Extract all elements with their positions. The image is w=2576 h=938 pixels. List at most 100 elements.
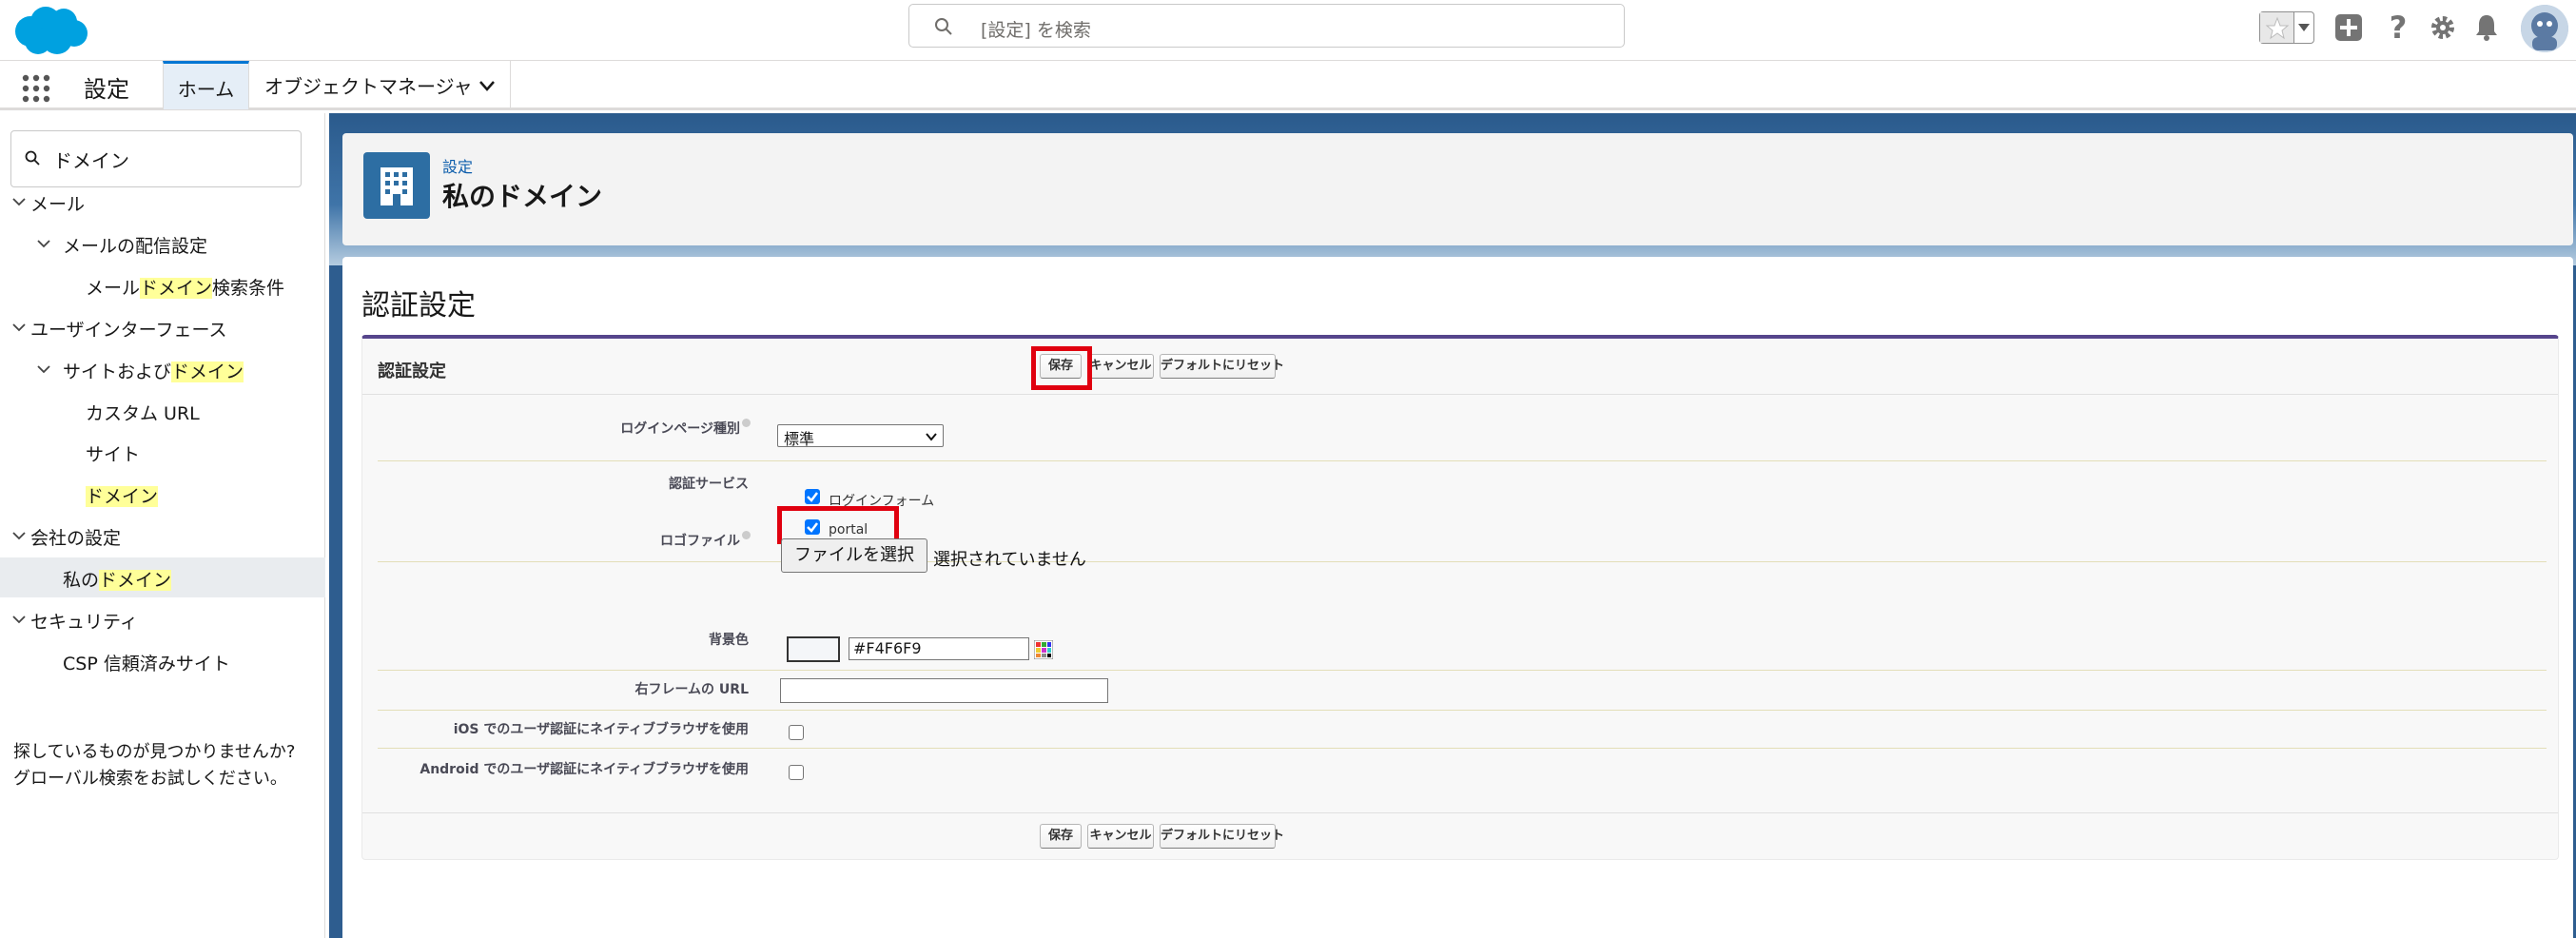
section-title: 認証設定 — [361, 289, 476, 322]
annotation-highlight-save — [1031, 346, 1092, 390]
login-form-checkbox[interactable] — [805, 489, 820, 504]
sidebar-item-label: メール — [30, 190, 85, 216]
help-line-2: グローバル検索をお試しください。 — [13, 769, 287, 789]
tab-object-manager[interactable]: オブジェクトマネージャ — [249, 61, 511, 109]
android-native-label: Android でのユーザ認証にネイティブブラウザを使用 — [420, 762, 749, 777]
block-title: 認証設定 — [378, 362, 446, 381]
android-native-checkbox[interactable] — [789, 765, 804, 780]
setup-sidebar: メールメールの配信設定メールドメイン検索条件ユーザインターフェースサイトおよびド… — [0, 113, 325, 938]
sidebar-item-sites[interactable]: サイト — [0, 432, 325, 472]
cancel-button-bottom[interactable]: キャンセル — [1087, 824, 1154, 849]
page-header: 設定 私のドメイン — [342, 133, 2573, 245]
favorites-dropdown-icon[interactable] — [2294, 12, 2313, 43]
sidebar-item-label: 私のドメイン — [63, 566, 172, 592]
search-match-highlight: ドメイン — [86, 486, 159, 507]
footer-divider — [362, 812, 2558, 813]
choose-file-button[interactable]: ファイルを選択 — [781, 538, 927, 573]
sidebar-item-my-domain[interactable]: 私のドメイン — [0, 557, 325, 597]
tab-home[interactable]: ホーム — [163, 61, 249, 109]
sidebar-item-email[interactable]: メール — [0, 182, 325, 222]
label-text: サイトおよび — [63, 362, 172, 382]
logo-file-label: ロゴファイル — [660, 531, 751, 550]
row-divider — [378, 748, 2547, 749]
label-text: サイト — [86, 444, 141, 465]
chevron-down-icon[interactable] — [11, 320, 27, 335]
breadcrumb-setup[interactable]: 設定 — [442, 154, 473, 177]
salesforce-logo[interactable] — [10, 3, 91, 58]
sidebar-item-domains[interactable]: ドメイン — [0, 474, 325, 514]
row-divider — [378, 710, 2547, 711]
quick-find-input[interactable] — [53, 145, 291, 173]
bg-color-label: 背景色 — [709, 633, 749, 648]
user-avatar[interactable] — [2521, 5, 2568, 52]
global-actions-icon[interactable] — [2334, 13, 2363, 42]
right-frame-url-input[interactable] — [780, 678, 1108, 703]
sidebar-item-email-delivery[interactable]: メールの配信設定 — [0, 224, 325, 264]
login-page-type-select[interactable]: 標準 — [777, 424, 944, 448]
search-icon — [25, 150, 40, 166]
sidebar-item-security[interactable]: セキュリティ — [0, 599, 325, 639]
favorites-button[interactable] — [2259, 11, 2314, 44]
auth-settings-block: 認証設定 保存 キャンセル デフォルトにリセット ログインページ種別 標準 認証… — [361, 335, 2559, 860]
ios-native-checkbox[interactable] — [789, 725, 804, 740]
search-match-highlight: ドメイン — [140, 278, 213, 299]
sidebar-item-label: ユーザインターフェース — [30, 316, 227, 342]
label-text: セキュリティ — [30, 612, 138, 633]
tab-home-label: ホーム — [177, 78, 235, 101]
star-icon[interactable] — [2260, 12, 2294, 43]
sidebar-item-label: サイトおよびドメイン — [63, 358, 244, 383]
sidebar-item-user-interface[interactable]: ユーザインターフェース — [0, 307, 325, 347]
row-divider — [378, 561, 2547, 562]
bg-color-input[interactable]: #F4F6F9 — [849, 637, 1029, 660]
label-text: 会社の設定 — [30, 528, 122, 549]
sidebar-item-csp-trusted-sites[interactable]: CSP 信頼済みサイト — [0, 641, 325, 681]
sidebar-item-label: セキュリティ — [30, 608, 138, 634]
building-icon — [363, 152, 430, 219]
app-launcher-icon[interactable] — [21, 73, 51, 104]
sidebar-item-email-domain-filter[interactable]: メールドメイン検索条件 — [0, 265, 325, 305]
sidebar-help-text: 探しているものが見つかりませんか? グローバル検索をお試しください。 — [13, 739, 295, 792]
content-card: 認証設定 認証設定 保存 キャンセル デフォルトにリセット ログインページ種別 … — [342, 257, 2573, 938]
search-match-highlight: ドメイン — [171, 362, 244, 382]
label-text: メール — [86, 278, 141, 299]
help-line-1: 探しているものが見つかりませんか? — [13, 742, 296, 762]
save-button-bottom[interactable]: 保存 — [1040, 824, 1082, 849]
right-frame-url-label: 右フレームの URL — [634, 682, 749, 697]
sidebar-item-company-settings[interactable]: 会社の設定 — [0, 516, 325, 556]
label-text: メール — [30, 194, 86, 215]
app-name: 設定 — [84, 76, 129, 103]
label-text: 検索条件 — [212, 278, 285, 299]
bg-color-swatch[interactable] — [787, 636, 840, 662]
reset-default-button-bottom[interactable]: デフォルトにリセット — [1160, 824, 1284, 849]
chevron-down-icon[interactable] — [11, 194, 27, 209]
cancel-button-top[interactable]: キャンセル — [1087, 354, 1154, 379]
chevron-down-icon[interactable] — [36, 236, 51, 251]
chevron-down-icon[interactable] — [11, 612, 27, 627]
login-page-type-value: 標準 — [784, 430, 815, 448]
sidebar-item-label: メールの配信設定 — [63, 232, 207, 258]
search-match-highlight: ドメイン — [99, 570, 172, 591]
color-picker-icon[interactable] — [1034, 640, 1053, 659]
chevron-down-icon[interactable] — [36, 362, 51, 377]
chevron-down-icon[interactable] — [11, 528, 27, 543]
login-page-type-label: ログインページ種別 — [620, 419, 751, 438]
chevron-down-icon[interactable] — [478, 76, 497, 95]
label-text: 私の — [63, 570, 100, 591]
sidebar-item-label: CSP 信頼済みサイト — [63, 650, 230, 675]
help-icon[interactable]: ? — [2386, 11, 2410, 44]
global-header: [設定] を検索 ? — [0, 0, 2576, 61]
notification-bell-icon[interactable] — [2473, 12, 2500, 43]
label-text: CSP 信頼済みサイト — [63, 654, 230, 674]
search-icon — [935, 18, 952, 35]
quick-find-box[interactable] — [10, 130, 302, 187]
page-title: 私のドメイン — [442, 181, 603, 212]
header-divider — [362, 394, 2558, 395]
ios-native-label: iOS でのユーザ認証にネイティブブラウザを使用 — [453, 722, 749, 737]
global-search-box[interactable]: [設定] を検索 — [908, 4, 1625, 48]
chevron-down-icon — [926, 433, 937, 441]
reset-default-button-top[interactable]: デフォルトにリセット — [1160, 354, 1284, 379]
row-divider — [378, 670, 2547, 671]
gear-icon[interactable] — [2429, 13, 2457, 42]
sidebar-item-custom-url[interactable]: カスタム URL — [0, 391, 325, 431]
sidebar-item-sites-and-domains[interactable]: サイトおよびドメイン — [0, 349, 325, 389]
